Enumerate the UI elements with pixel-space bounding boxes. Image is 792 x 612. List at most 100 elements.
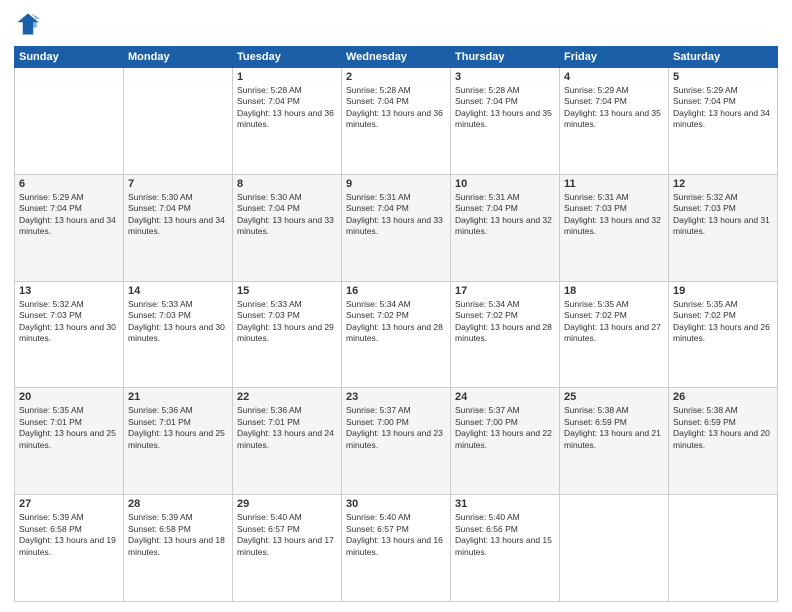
calendar-cell: 19 Sunrise: 5:35 AM Sunset: 7:02 PM Dayli…: [669, 281, 778, 388]
calendar-cell: 4 Sunrise: 5:29 AM Sunset: 7:04 PM Daylig…: [560, 68, 669, 175]
calendar-cell: 1 Sunrise: 5:28 AM Sunset: 7:04 PM Daylig…: [233, 68, 342, 175]
calendar-cell: 14 Sunrise: 5:33 AM Sunset: 7:03 PM Dayli…: [124, 281, 233, 388]
day-number: 30: [346, 498, 446, 510]
calendar-cell: 23Sunrise: 5:37 AM Sunset: 7:00 PM Dayli…: [342, 388, 451, 495]
day-number: 6: [19, 178, 119, 190]
calendar-cell: [15, 68, 124, 175]
day-number: 13: [19, 285, 119, 297]
day-info: Sunrise: 5:40 AM Sunset: 6:56 PM Dayligh…: [455, 512, 555, 558]
calendar-cell: 22 Sunrise: 5:36 AM Sunset: 7:01 PM Dayli…: [233, 388, 342, 495]
calendar-week-row: 13 Sunrise: 5:32 AM Sunset: 7:03 PM Dayli…: [15, 281, 778, 388]
weekday-header: Tuesday: [233, 47, 342, 68]
calendar-cell: 18 Sunrise: 5:35 AM Sunset: 7:02 PM Dayli…: [560, 281, 669, 388]
day-info: Sunrise: 5:31 AM Sunset: 7:04 PM Dayligh…: [455, 192, 555, 238]
day-info: Sunrise: 5:28 AM Sunset: 7:04 PM Dayligh…: [346, 85, 446, 131]
calendar-cell: 28 Sunrise: 5:39 AM Sunset: 6:58 PM Dayli…: [124, 495, 233, 602]
day-info: Sunrise: 5:39 AM Sunset: 6:58 PM Dayligh…: [128, 512, 228, 558]
logo-icon: [14, 10, 42, 38]
weekday-header: Friday: [560, 47, 669, 68]
day-info: Sunrise: 5:35 AM Sunset: 7:02 PM Dayligh…: [564, 299, 664, 345]
day-info: Sunrise: 5:40 AM Sunset: 6:57 PM Dayligh…: [237, 512, 337, 558]
calendar-cell: 9 Sunrise: 5:31 AM Sunset: 7:04 PM Daylig…: [342, 174, 451, 281]
day-number: 29: [237, 498, 337, 510]
calendar-cell: 25 Sunrise: 5:38 AM Sunset: 6:59 PM Dayli…: [560, 388, 669, 495]
day-info: Sunrise: 5:31 AM Sunset: 7:03 PM Dayligh…: [564, 192, 664, 238]
calendar-week-row: 27Sunrise: 5:39 AM Sunset: 6:58 PM Dayli…: [15, 495, 778, 602]
calendar-cell: 31Sunrise: 5:40 AM Sunset: 6:56 PM Dayli…: [451, 495, 560, 602]
day-number: 18: [564, 285, 664, 297]
day-number: 26: [673, 391, 773, 403]
day-info: Sunrise: 5:32 AM Sunset: 7:03 PM Dayligh…: [673, 192, 773, 238]
weekday-header: Saturday: [669, 47, 778, 68]
calendar-cell: 29 Sunrise: 5:40 AM Sunset: 6:57 PM Dayli…: [233, 495, 342, 602]
day-number: 10: [455, 178, 555, 190]
day-info: Sunrise: 5:29 AM Sunset: 7:04 PM Dayligh…: [673, 85, 773, 131]
day-number: 23: [346, 391, 446, 403]
calendar-cell: 30 Sunrise: 5:40 AM Sunset: 6:57 PM Dayli…: [342, 495, 451, 602]
day-number: 3: [455, 71, 555, 83]
weekday-header: Wednesday: [342, 47, 451, 68]
day-info: Sunrise: 5:29 AM Sunset: 7:04 PM Dayligh…: [564, 85, 664, 131]
day-number: 4: [564, 71, 664, 83]
calendar-cell: 21Sunrise: 5:36 AM Sunset: 7:01 PM Dayli…: [124, 388, 233, 495]
day-info: Sunrise: 5:28 AM Sunset: 7:04 PM Dayligh…: [237, 85, 337, 131]
day-number: 25: [564, 391, 664, 403]
day-info: Sunrise: 5:38 AM Sunset: 6:59 PM Dayligh…: [564, 405, 664, 451]
weekday-header: Thursday: [451, 47, 560, 68]
day-number: 22: [237, 391, 337, 403]
calendar-cell: 13 Sunrise: 5:32 AM Sunset: 7:03 PM Dayli…: [15, 281, 124, 388]
day-number: 9: [346, 178, 446, 190]
day-info: Sunrise: 5:39 AM Sunset: 6:58 PM Dayligh…: [19, 512, 119, 558]
calendar-week-row: 20Sunrise: 5:35 AM Sunset: 7:01 PM Dayli…: [15, 388, 778, 495]
calendar-cell: 16 Sunrise: 5:34 AM Sunset: 7:02 PM Dayli…: [342, 281, 451, 388]
day-number: 14: [128, 285, 228, 297]
day-info: Sunrise: 5:28 AM Sunset: 7:04 PM Dayligh…: [455, 85, 555, 131]
calendar-cell: 6 Sunrise: 5:29 AM Sunset: 7:04 PM Daylig…: [15, 174, 124, 281]
calendar-cell: 5 Sunrise: 5:29 AM Sunset: 7:04 PM Daylig…: [669, 68, 778, 175]
day-info: Sunrise: 5:33 AM Sunset: 7:03 PM Dayligh…: [128, 299, 228, 345]
day-info: Sunrise: 5:37 AM Sunset: 7:00 PM Dayligh…: [455, 405, 555, 451]
logo: [14, 10, 46, 38]
calendar-cell: 11 Sunrise: 5:31 AM Sunset: 7:03 PM Dayli…: [560, 174, 669, 281]
day-info: Sunrise: 5:30 AM Sunset: 7:04 PM Dayligh…: [237, 192, 337, 238]
day-number: 1: [237, 71, 337, 83]
calendar-cell: 26 Sunrise: 5:38 AM Sunset: 6:59 PM Dayli…: [669, 388, 778, 495]
calendar-cell: 3 Sunrise: 5:28 AM Sunset: 7:04 PM Daylig…: [451, 68, 560, 175]
calendar-cell: 8Sunrise: 5:30 AM Sunset: 7:04 PM Daylig…: [233, 174, 342, 281]
day-number: 11: [564, 178, 664, 190]
day-number: 5: [673, 71, 773, 83]
weekday-header: Monday: [124, 47, 233, 68]
day-info: Sunrise: 5:36 AM Sunset: 7:01 PM Dayligh…: [237, 405, 337, 451]
calendar-cell: 15 Sunrise: 5:33 AM Sunset: 7:03 PM Dayli…: [233, 281, 342, 388]
calendar-cell: [124, 68, 233, 175]
day-info: Sunrise: 5:32 AM Sunset: 7:03 PM Dayligh…: [19, 299, 119, 345]
day-number: 24: [455, 391, 555, 403]
day-info: Sunrise: 5:38 AM Sunset: 6:59 PM Dayligh…: [673, 405, 773, 451]
day-number: 19: [673, 285, 773, 297]
weekday-header-row: SundayMondayTuesdayWednesdayThursdayFrid…: [15, 47, 778, 68]
day-info: Sunrise: 5:36 AM Sunset: 7:01 PM Dayligh…: [128, 405, 228, 451]
day-info: Sunrise: 5:34 AM Sunset: 7:02 PM Dayligh…: [455, 299, 555, 345]
calendar-week-row: 6 Sunrise: 5:29 AM Sunset: 7:04 PM Daylig…: [15, 174, 778, 281]
day-info: Sunrise: 5:30 AM Sunset: 7:04 PM Dayligh…: [128, 192, 228, 238]
day-info: Sunrise: 5:33 AM Sunset: 7:03 PM Dayligh…: [237, 299, 337, 345]
calendar-cell: 2Sunrise: 5:28 AM Sunset: 7:04 PM Daylig…: [342, 68, 451, 175]
day-info: Sunrise: 5:40 AM Sunset: 6:57 PM Dayligh…: [346, 512, 446, 558]
calendar-cell: 17 Sunrise: 5:34 AM Sunset: 7:02 PM Dayli…: [451, 281, 560, 388]
calendar-cell: 24 Sunrise: 5:37 AM Sunset: 7:00 PM Dayli…: [451, 388, 560, 495]
day-info: Sunrise: 5:31 AM Sunset: 7:04 PM Dayligh…: [346, 192, 446, 238]
day-number: 16: [346, 285, 446, 297]
day-number: 15: [237, 285, 337, 297]
calendar-cell: [560, 495, 669, 602]
day-info: Sunrise: 5:35 AM Sunset: 7:01 PM Dayligh…: [19, 405, 119, 451]
day-number: 7: [128, 178, 228, 190]
day-number: 28: [128, 498, 228, 510]
day-info: Sunrise: 5:29 AM Sunset: 7:04 PM Dayligh…: [19, 192, 119, 238]
day-info: Sunrise: 5:35 AM Sunset: 7:02 PM Dayligh…: [673, 299, 773, 345]
day-number: 17: [455, 285, 555, 297]
calendar-week-row: 1 Sunrise: 5:28 AM Sunset: 7:04 PM Daylig…: [15, 68, 778, 175]
calendar-table: SundayMondayTuesdayWednesdayThursdayFrid…: [14, 46, 778, 602]
calendar-cell: [669, 495, 778, 602]
day-info: Sunrise: 5:34 AM Sunset: 7:02 PM Dayligh…: [346, 299, 446, 345]
calendar-cell: 12Sunrise: 5:32 AM Sunset: 7:03 PM Dayli…: [669, 174, 778, 281]
